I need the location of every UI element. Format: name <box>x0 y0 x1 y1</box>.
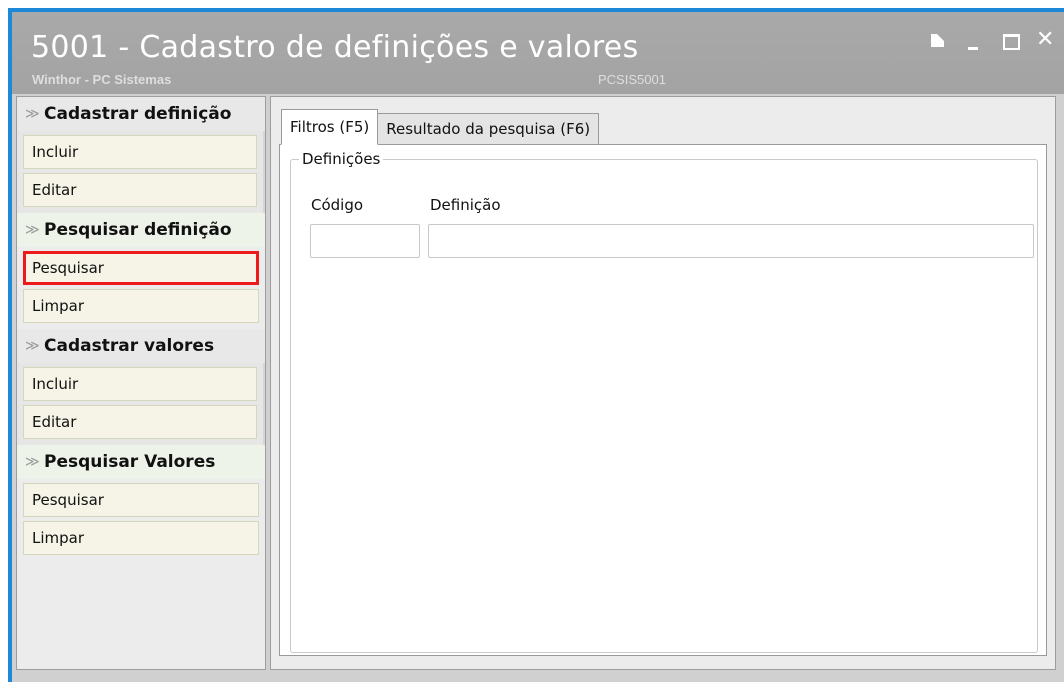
window-title: 5001 - Cadastro de definições e valores <box>31 30 639 65</box>
group-title: Pesquisar definição <box>44 220 232 240</box>
sidebar: ≫ Cadastrar definição Incluir Editar ≫ P… <box>16 96 266 670</box>
groupbox-title: Definições <box>299 150 384 168</box>
group-cadastrar-valores: ≫ Cadastrar valores Incluir Editar <box>17 329 265 445</box>
module-code: PCSIS5001 <box>598 72 666 87</box>
group-header[interactable]: ≫ Cadastrar definição <box>17 97 265 131</box>
title-bar: 5001 - Cadastro de definições e valores … <box>12 12 1064 94</box>
main-content: Filtros (F5) Resultado da pesquisa (F6) … <box>270 96 1056 670</box>
group-title: Cadastrar valores <box>44 336 215 356</box>
incluir-valores-button[interactable]: Incluir <box>23 367 257 401</box>
definicao-input[interactable] <box>428 224 1034 258</box>
group-body: Incluir Editar <box>17 131 265 213</box>
group-pesquisar-valores: ≫ Pesquisar Valores Pesquisar Limpar <box>17 445 265 561</box>
group-body: Pesquisar Limpar <box>17 479 265 561</box>
pesquisar-valores-button[interactable]: Pesquisar <box>23 483 259 517</box>
group-pesquisar-definicao: ≫ Pesquisar definição Pesquisar Limpar <box>17 213 265 329</box>
chevron-collapse-icon: ≫ <box>25 106 40 122</box>
group-cadastrar-definicao: ≫ Cadastrar definição Incluir Editar <box>17 97 265 213</box>
chevron-collapse-icon: ≫ <box>25 222 40 238</box>
window-controls: ✕ <box>928 29 1058 52</box>
group-body: Incluir Editar <box>17 363 265 445</box>
editar-valores-button[interactable]: Editar <box>23 405 257 439</box>
group-body: Pesquisar Limpar <box>17 247 265 329</box>
group-title: Pesquisar Valores <box>44 452 216 472</box>
window-subtitle: Winthor - PC Sistemas <box>32 72 172 87</box>
filters-panel: Definições Código Definição <box>279 144 1047 656</box>
limpar-definicao-button[interactable]: Limpar <box>23 289 259 323</box>
minimize-icon[interactable] <box>964 30 986 52</box>
tab-bar: Filtros (F5) Resultado da pesquisa (F6) <box>281 109 600 145</box>
close-icon[interactable]: ✕ <box>1036 29 1058 52</box>
maximize-icon[interactable] <box>1000 30 1022 52</box>
group-header[interactable]: ≫ Cadastrar valores <box>17 329 265 363</box>
group-header[interactable]: ≫ Pesquisar definição <box>17 213 265 247</box>
tab-filtros[interactable]: Filtros (F5) <box>281 109 379 145</box>
pesquisar-definicao-button[interactable]: Pesquisar <box>23 251 259 285</box>
codigo-label: Código <box>311 196 364 214</box>
chevron-collapse-icon: ≫ <box>25 338 40 354</box>
codigo-input[interactable] <box>310 224 420 258</box>
editar-definicao-button[interactable]: Editar <box>23 173 257 207</box>
chevron-collapse-icon: ≫ <box>25 454 40 470</box>
group-header[interactable]: ≫ Pesquisar Valores <box>17 445 265 479</box>
tab-resultado-pesquisa[interactable]: Resultado da pesquisa (F6) <box>377 113 600 145</box>
definicao-label: Definição <box>430 196 501 214</box>
incluir-definicao-button[interactable]: Incluir <box>23 135 257 169</box>
restore-icon[interactable] <box>928 30 950 52</box>
group-title: Cadastrar definição <box>44 104 232 124</box>
limpar-valores-button[interactable]: Limpar <box>23 521 259 555</box>
definicoes-groupbox: Definições Código Definição <box>290 150 1038 653</box>
